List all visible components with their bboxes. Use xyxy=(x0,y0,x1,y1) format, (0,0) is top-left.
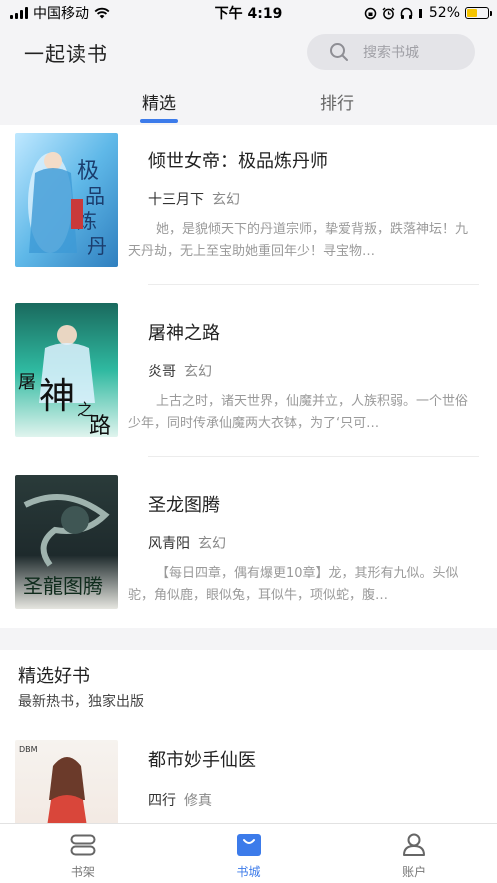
nav-label: 书架 xyxy=(70,865,95,879)
bookshelf-icon xyxy=(70,834,96,856)
account-user-icon xyxy=(403,833,426,856)
book-meta: 风青阳 玄幻 xyxy=(148,533,226,553)
book-title: 倾世女帝：极品炼丹师 xyxy=(148,151,328,172)
book-description: 上古之时，诸天世界，仙魔并立，人族积弱。一个世俗少年，同时传承仙魔两大衣钵，为了… xyxy=(128,394,469,431)
bottom-nav: 书架 书城 账户 xyxy=(0,823,497,883)
book-title: 屠神之路 xyxy=(148,323,220,344)
tab-ranking[interactable]: 排行 xyxy=(298,78,376,125)
svg-text:品: 品 xyxy=(85,184,105,208)
nav-bookshelf[interactable]: 书架 xyxy=(0,824,166,883)
list-item[interactable]: 圣龍图腾 圣龙图腾 风青阳 玄幻 【每日四章，偶有爆更10章】龙，其形有九似。头似… xyxy=(0,457,497,628)
svg-text:丹: 丹 xyxy=(87,234,107,258)
book-list: 极 品 炼 丹 倾世女帝：极品炼丹师 十三月下 玄幻 她，是貌倾天下的丹道宗师，挚… xyxy=(0,125,497,628)
book-meta: 四行 修真 xyxy=(148,790,212,810)
search-icon xyxy=(330,43,348,61)
tab-label: 精选 xyxy=(142,94,176,114)
search-placeholder: 搜索书城 xyxy=(363,45,419,61)
book-description: 她，是貌倾天下的丹道宗师，挚爱背叛，跌落神坛！九天丹劫，无上至宝助她重回年少！寻… xyxy=(128,222,469,259)
svg-text:DBM: DBM xyxy=(19,745,38,754)
app-screen: 中国移动 下午 4:19 52% 一起读书 搜索书城 精选 排行 极 品 炼 丹… xyxy=(0,0,497,883)
book-meta: 十三月下 玄幻 xyxy=(148,189,240,209)
featured-section: 精选好书 最新热书，独家出版 DBM 都市 都市妙手仙医 四行修真 xyxy=(0,650,497,874)
book-genre: 玄幻 xyxy=(198,536,226,552)
nav-label: 账户 xyxy=(402,865,427,879)
section-subtitle: 最新热书，独家出版 xyxy=(18,694,144,710)
book-author: 十三月下 xyxy=(148,192,204,208)
svg-text:路: 路 xyxy=(89,414,111,437)
alarm-icon xyxy=(382,7,395,19)
svg-text:极: 极 xyxy=(77,159,99,184)
book-genre: 玄幻 xyxy=(184,364,212,380)
list-item[interactable]: DBM 都市 都市妙手仙医 四行修真 xyxy=(0,732,497,874)
battery-level-fill xyxy=(467,9,478,17)
status-bar: 中国移动 下午 4:19 52% xyxy=(0,0,497,26)
wifi-icon xyxy=(94,7,110,19)
book-genre: 玄幻 xyxy=(212,192,240,208)
tab-featured[interactable]: 精选 xyxy=(120,78,198,125)
bookstore-bag-icon xyxy=(236,834,261,856)
category-tabs: 精选 排行 xyxy=(0,78,497,125)
rotation-lock-icon xyxy=(364,7,377,19)
book-cover-image[interactable]: 圣龍图腾 xyxy=(15,475,118,609)
top-header: 一起读书 搜索书城 xyxy=(0,26,497,78)
book-description: 【每日四章，偶有爆更10章】龙，其形有九似。头似驼，角似鹿，眼似兔，耳似牛，项似… xyxy=(128,566,459,603)
svg-text:神: 神 xyxy=(39,376,75,417)
svg-text:圣龍图腾: 圣龍图腾 xyxy=(23,574,103,598)
list-item[interactable]: 屠 神 之 路 屠神之路 炎哥 玄幻 上古之时，诸天世界，仙魔并立，人族积弱。一个… xyxy=(0,285,497,457)
cellular-signal-icon xyxy=(10,7,28,19)
book-author: 炎哥 xyxy=(148,364,176,380)
headphones-icon xyxy=(400,7,413,19)
svg-text:屠: 屠 xyxy=(18,372,36,393)
battery-percent: 52% xyxy=(428,5,460,21)
book-title: 圣龙图腾 xyxy=(148,495,220,516)
book-author: 风青阳 xyxy=(148,536,190,552)
book-cover-image[interactable]: 极 品 炼 丹 xyxy=(15,133,118,267)
location-arrow-icon xyxy=(418,8,422,18)
book-genre: 修真 xyxy=(184,793,212,809)
nav-label: 书城 xyxy=(236,865,261,879)
book-author: 四行 xyxy=(148,793,176,809)
book-meta: 炎哥 玄幻 xyxy=(148,361,212,381)
nav-account[interactable]: 账户 xyxy=(331,824,497,883)
nav-bookstore[interactable]: 书城 xyxy=(166,824,332,883)
tab-label: 排行 xyxy=(320,94,354,114)
section-title: 精选好书 xyxy=(18,666,90,687)
app-title: 一起读书 xyxy=(24,41,108,66)
active-tab-indicator xyxy=(140,119,178,123)
search-box[interactable]: 搜索书城 xyxy=(307,34,475,70)
battery-icon xyxy=(465,7,492,19)
list-item[interactable]: 极 品 炼 丹 倾世女帝：极品炼丹师 十三月下 玄幻 她，是貌倾天下的丹道宗师，挚… xyxy=(0,125,497,285)
book-cover-image[interactable]: 屠 神 之 路 xyxy=(15,303,118,437)
book-title: 都市妙手仙医 xyxy=(148,750,256,771)
carrier-name: 中国移动 xyxy=(33,6,89,22)
